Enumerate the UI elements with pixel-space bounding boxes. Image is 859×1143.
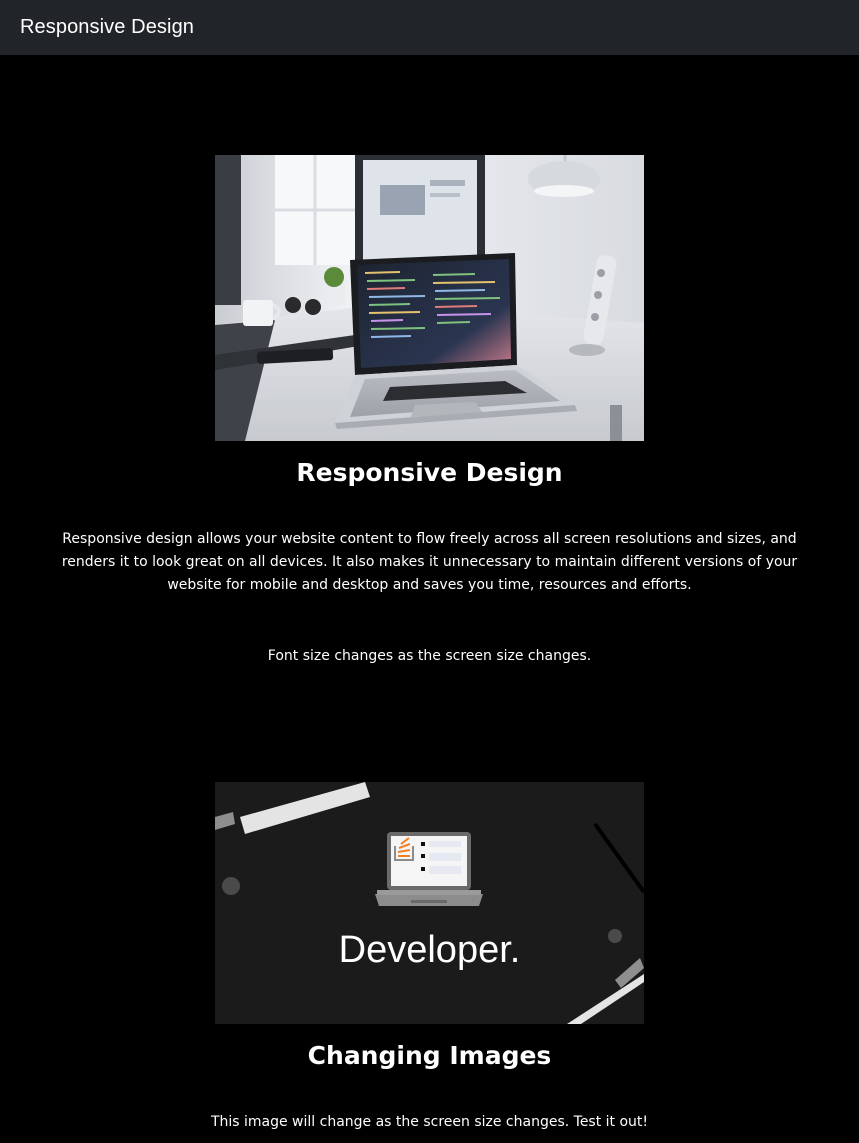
changing-images-paragraph: This image will change as the screen siz… bbox=[210, 1114, 649, 1130]
navbar-brand[interactable]: Responsive Design bbox=[20, 16, 194, 39]
developer-banner-image: Developer. bbox=[215, 782, 644, 1024]
font-size-note: Font size changes as the screen size cha… bbox=[267, 648, 592, 664]
developer-banner-text: Developer. bbox=[339, 929, 521, 971]
responsive-design-paragraph: Responsive design allows your website co… bbox=[61, 531, 798, 593]
responsive-design-heading: Responsive Design bbox=[296, 458, 563, 487]
changing-images-heading: Changing Images bbox=[307, 1041, 552, 1070]
laptop-desk-photo bbox=[215, 155, 644, 441]
navbar: Responsive Design bbox=[0, 0, 859, 55]
